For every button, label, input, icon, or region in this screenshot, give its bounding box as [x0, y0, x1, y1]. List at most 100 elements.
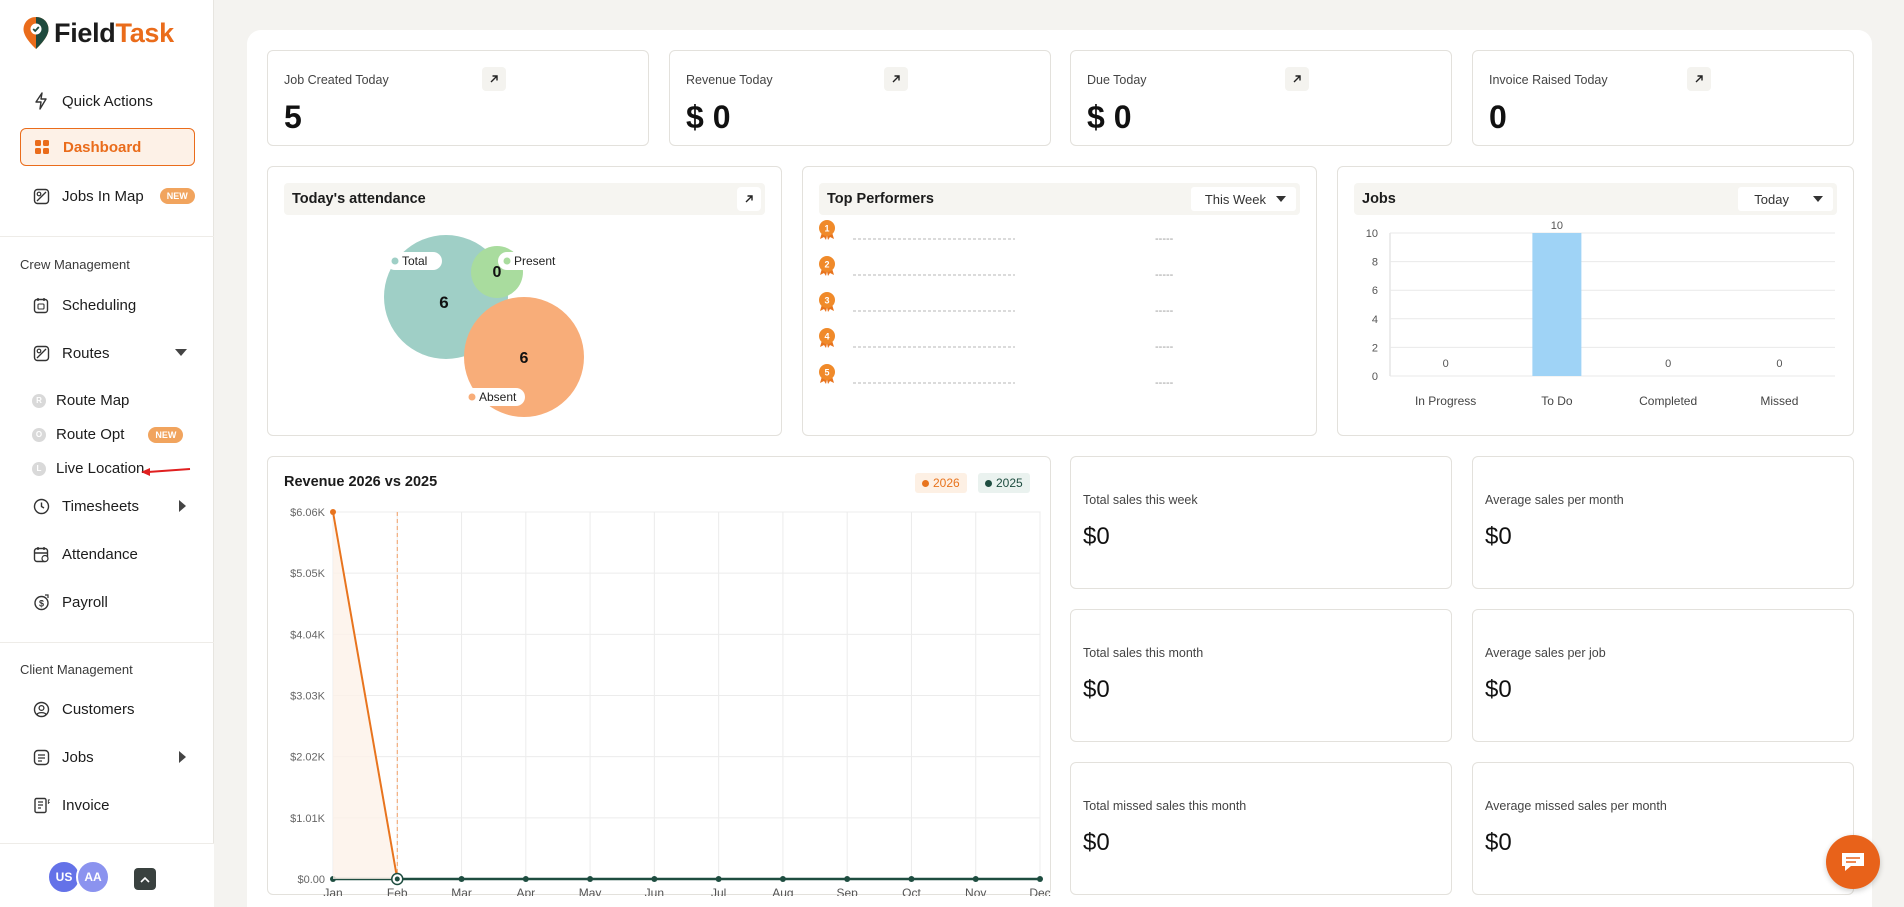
stat-title: Revenue Today [686, 73, 773, 87]
nav-timesheets[interactable]: Timesheets [20, 487, 195, 525]
x-tick-label: Jan [323, 886, 342, 896]
x-tick-label: Feb [387, 886, 408, 896]
performer-row: 3 ----- [819, 292, 1174, 317]
data-point-2025 [651, 876, 658, 882]
new-badge: NEW [148, 426, 184, 443]
x-tick-label: Aug [772, 886, 793, 896]
absent-dot [468, 393, 476, 401]
new-badge: NEW [159, 188, 195, 204]
nav-attendance[interactable]: Attendance [20, 535, 195, 573]
summary-value: $0 [1083, 676, 1110, 703]
map-icon [32, 187, 50, 205]
nav-label: Jobs In Map [62, 187, 144, 205]
x-tick-label: In Progress [1415, 394, 1476, 408]
y-tick-label: 10 [1366, 228, 1378, 240]
y-tick-label: 8 [1372, 257, 1378, 269]
y-tick-label: 6 [1372, 285, 1378, 297]
jobs-list-icon [32, 748, 50, 766]
nav-jobs[interactable]: Jobs [20, 738, 195, 776]
open-details-button[interactable] [1687, 67, 1711, 91]
bar-data-label: 0 [1665, 358, 1671, 370]
nav-scheduling[interactable]: Scheduling [20, 286, 195, 324]
y-tick-label: $2.02K [290, 752, 326, 764]
summary-value: $0 [1485, 523, 1512, 550]
divider [0, 642, 214, 643]
stat-value: 5 [284, 99, 302, 135]
data-point-2025 [908, 876, 915, 882]
payroll-coin-icon: $ [32, 593, 50, 611]
performers-list: 1 ----- 2 ----- 3 ----- 4 ----- 5 ----- [819, 220, 1174, 389]
value-placeholder: ----- [1155, 377, 1174, 389]
sidebar-footer: US AA [0, 843, 214, 907]
revenue-line-chart: $0.00 $1.01K $2.02K $3.03K $4.04K $5.05K $6.06… [290, 507, 1051, 896]
nav-route-opt[interactable]: O Route Opt NEW [32, 426, 184, 443]
chat-bubble-icon [1842, 853, 1864, 871]
open-details-button[interactable] [1285, 67, 1309, 91]
jobs-bar-chart: 0 2 4 6 8 10 0 In Progress 10 To Do 0 Completed 0 Mis… [1366, 220, 1835, 408]
location-pin-logo-icon [23, 17, 49, 49]
summary-card: Total sales this week $0 [1070, 456, 1452, 589]
nav-label: Routes [62, 344, 110, 362]
rank-number: 1 [824, 224, 829, 234]
absent-label: Absent [479, 390, 517, 404]
nav-customers[interactable]: Customers [20, 690, 195, 728]
performer-row: 5 ----- [819, 364, 1174, 389]
performer-row: 2 ----- [819, 256, 1174, 281]
revenue-panel: Revenue 2026 vs 2025 2026 2025 $0.00 $1.0… [267, 456, 1051, 896]
summary-value: $0 [1485, 829, 1512, 856]
nav-label: Payroll [62, 593, 108, 611]
invoice-icon: P [32, 796, 50, 814]
data-point-2025 [972, 876, 979, 882]
value-placeholder: ----- [1155, 233, 1174, 245]
rank-number: 4 [824, 332, 829, 342]
summary-card: Total sales this month $0 [1070, 609, 1452, 742]
performer-row: 4 ----- [819, 328, 1174, 353]
data-point-2025 [522, 876, 529, 882]
nav-jobs-in-map[interactable]: Jobs In Map NEW [20, 177, 195, 215]
section-crew-management: Crew Management [20, 257, 130, 272]
chevron-right-icon[interactable] [179, 500, 187, 512]
nav-label: Dashboard [63, 138, 142, 156]
x-tick-label: Completed [1639, 394, 1697, 408]
data-point-2025 [715, 876, 722, 882]
data-point-2025 [587, 876, 594, 882]
nav-live-location[interactable]: L Live Location [32, 460, 144, 477]
nav-routes[interactable]: Routes [20, 334, 195, 372]
nav-label: Route Opt [56, 426, 125, 443]
y-tick-label: $0.00 [297, 874, 325, 886]
chevron-right-icon[interactable] [179, 751, 187, 763]
x-tick-label: Jun [645, 886, 664, 896]
user-circle-icon [32, 700, 50, 718]
chat-support-button[interactable] [1826, 835, 1880, 889]
collapse-sidebar-button[interactable] [134, 868, 156, 890]
lightning-icon [32, 92, 50, 110]
brand-name: FieldTask [54, 17, 174, 48]
value-placeholder: ----- [1155, 305, 1174, 317]
brand-logo[interactable]: FieldTask [22, 16, 174, 50]
avatar[interactable]: AA [76, 860, 110, 894]
x-tick-label: Mar [451, 886, 472, 896]
nav-dashboard[interactable]: Dashboard [20, 128, 195, 166]
nav-quick-actions[interactable]: Quick Actions [20, 82, 195, 120]
stat-card-jobs-created: Job Created Today 5 [267, 50, 649, 146]
route-opt-icon: O [32, 427, 46, 442]
nav-invoice[interactable]: P Invoice [20, 786, 195, 824]
total-label: Total [402, 254, 427, 268]
open-details-button[interactable] [884, 67, 908, 91]
x-tick-label: May [579, 886, 602, 896]
data-point-2025 [1037, 876, 1043, 882]
nav-payroll[interactable]: $ Payroll [20, 583, 195, 621]
stat-card-revenue-today: Revenue Today $ 0 [669, 50, 1051, 146]
live-location-icon: L [32, 461, 46, 476]
data-point-2026 [330, 509, 336, 515]
x-tick-label: Oct [902, 886, 921, 896]
sidebar: FieldTask Quick Actions Dashboard Jobs I… [0, 0, 214, 907]
jobs-panel: Jobs Today 0 2 4 6 8 10 0 In Progress 10 To Do 0 Co… [1337, 166, 1854, 436]
open-details-button[interactable] [482, 67, 506, 91]
nav-label: Jobs [62, 748, 94, 766]
rank-number: 3 [824, 296, 829, 306]
nav-route-map[interactable]: R Route Map [32, 392, 129, 409]
summary-card: Total missed sales this month $0 [1070, 762, 1452, 895]
chevron-down-icon[interactable] [175, 349, 187, 357]
summary-card: Average sales per month $0 [1472, 456, 1854, 589]
